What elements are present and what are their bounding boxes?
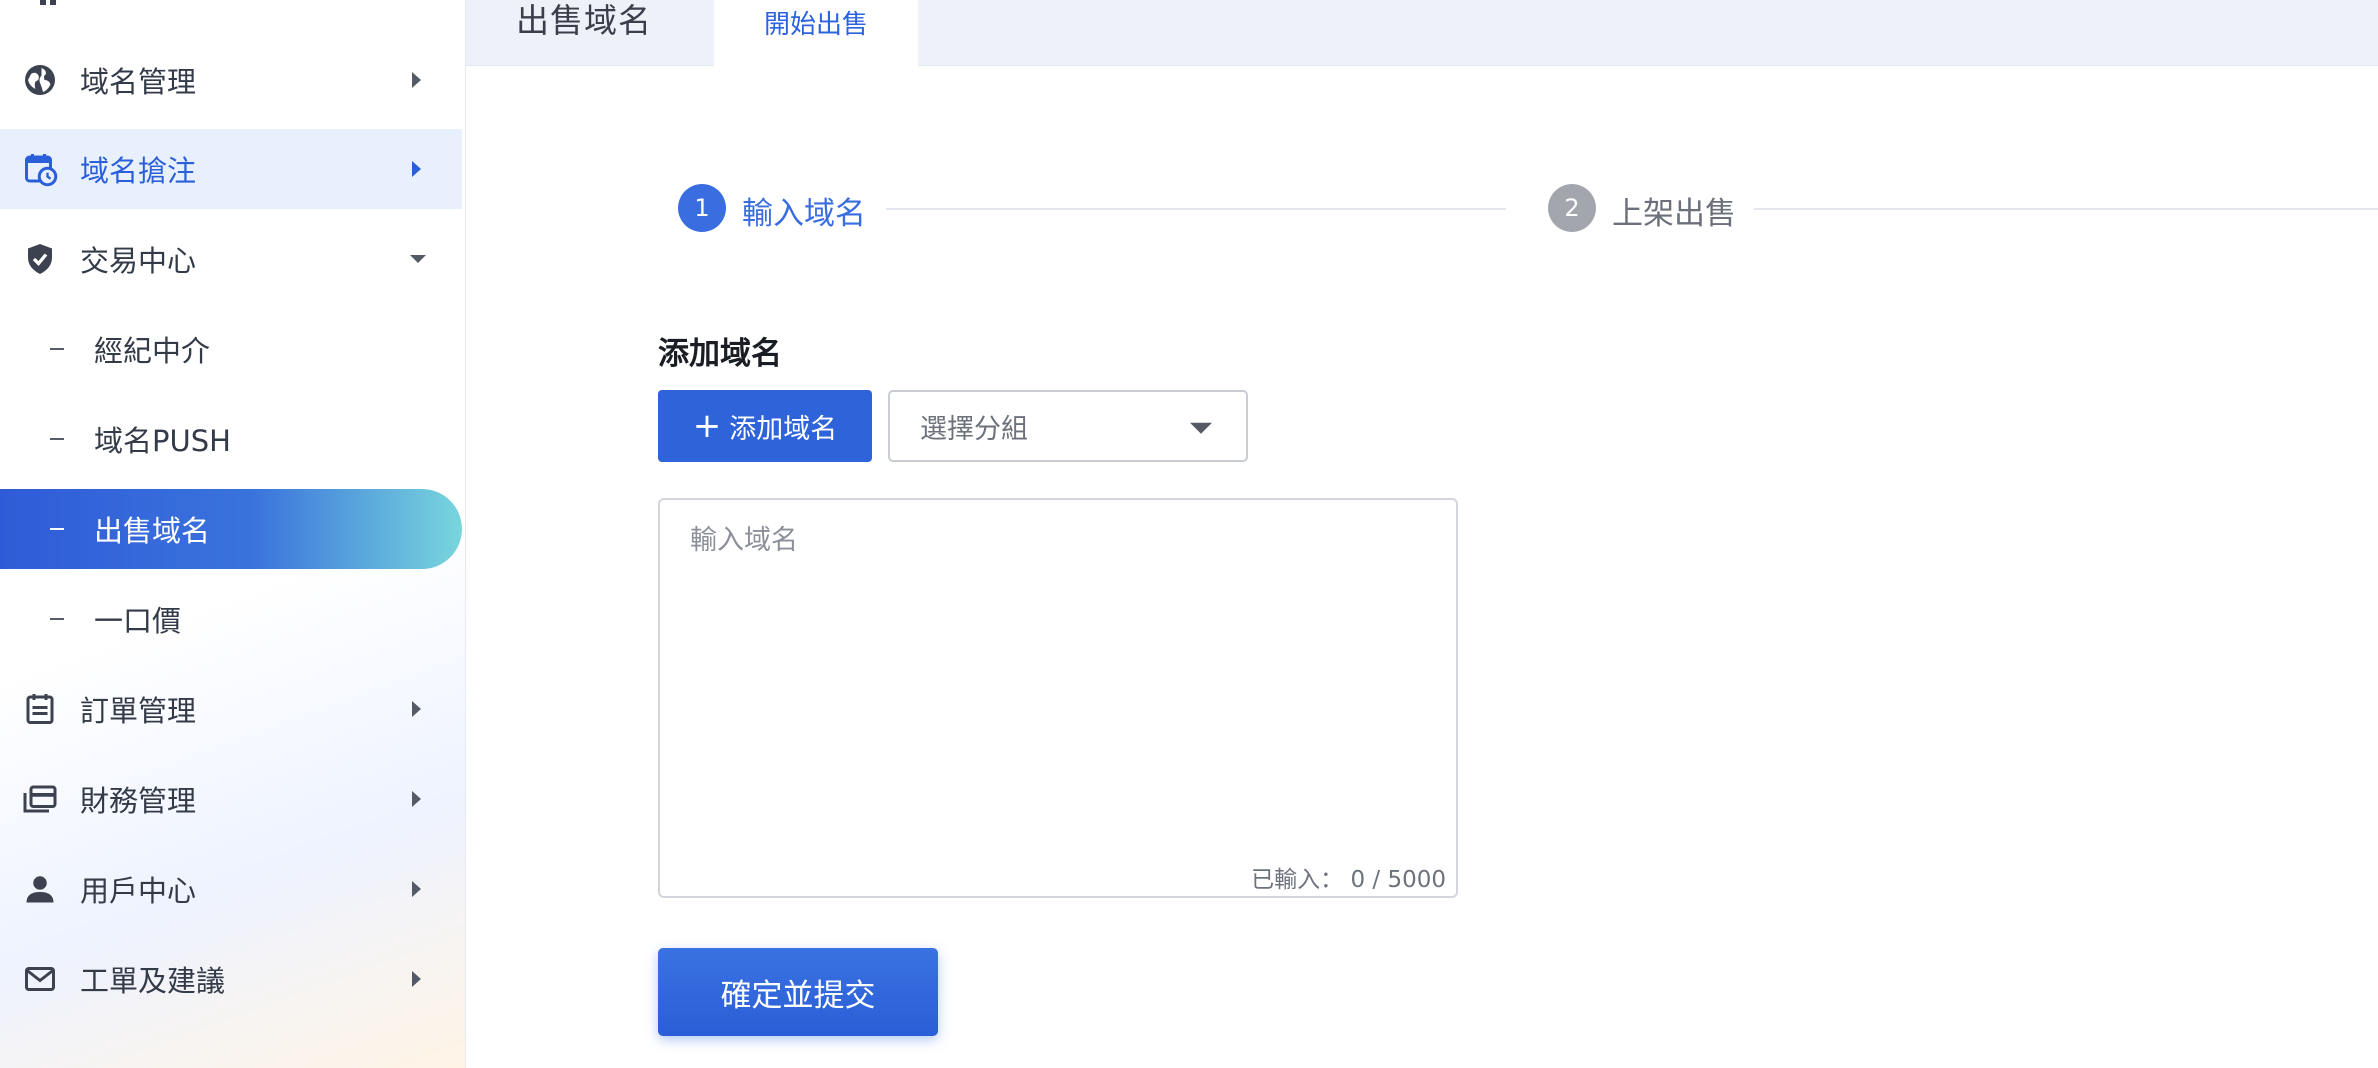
dash-icon <box>50 438 64 440</box>
sidebar-item-label: 用戶中心 <box>80 874 197 908</box>
chevron-right-icon <box>408 881 424 897</box>
steps-indicator: 1 輸入域名 2 上架出售 <box>678 184 2378 234</box>
sidebar-item-finance-management[interactable]: 財務管理 <box>0 759 462 839</box>
tab-bar: 出售域名 開始出售 <box>466 0 2378 66</box>
submit-button[interactable]: 確定並提交 <box>658 948 938 1036</box>
add-domain-button[interactable]: + 添加域名 <box>658 390 872 462</box>
sidebar-subitem-sell-domain[interactable]: 出售域名 <box>0 489 462 569</box>
step-2-number: 2 <box>1548 184 1596 232</box>
chevron-down-icon <box>410 251 426 267</box>
add-domain-section-title: 添加域名 <box>658 336 782 372</box>
sidebar-subitem-fixed-price[interactable]: 一口價 <box>0 579 462 659</box>
sidebar-subitem-broker[interactable]: 經紀中介 <box>0 309 462 389</box>
sidebar-item-label: 交易中心 <box>80 244 197 278</box>
chevron-right-icon <box>408 791 424 807</box>
chevron-right-icon <box>408 971 424 987</box>
step-1-label: 輸入域名 <box>742 196 866 232</box>
tab-start-selling[interactable]: 開始出售 <box>714 0 918 66</box>
add-domain-button-label: 添加域名 <box>729 413 838 445</box>
sidebar: 域名管理 域名搶注 交易中心 經紀中介 域名PUSH 出售域名 一口價 訂單管理… <box>0 0 466 1068</box>
wallet-icon <box>20 779 60 819</box>
globe-icon <box>20 60 60 100</box>
group-select-value: 選擇分組 <box>920 413 1028 445</box>
sidebar-subitem-label: 一口價 <box>94 604 182 638</box>
caret-down-icon <box>1190 422 1212 434</box>
domain-input-textarea[interactable]: 輸入域名 已輸入： 0 / 5000 <box>658 498 1458 898</box>
group-select[interactable]: 選擇分組 <box>888 390 1248 462</box>
step-connector <box>886 208 1506 210</box>
chevron-right-icon <box>408 161 424 177</box>
order-list-icon <box>20 689 60 729</box>
sidebar-item-domain-backorder[interactable]: 域名搶注 <box>0 129 462 209</box>
sidebar-item-label: 財務管理 <box>80 784 197 818</box>
sidebar-item-user-center[interactable]: 用戶中心 <box>0 849 462 929</box>
sidebar-item-trading-center[interactable]: 交易中心 <box>0 219 462 299</box>
page-title: 出售域名 <box>516 1 652 40</box>
sidebar-item-label: 域名管理 <box>80 65 197 99</box>
chevron-right-icon <box>408 701 424 717</box>
app-root: 域名管理 域名搶注 交易中心 經紀中介 域名PUSH 出售域名 一口價 訂單管理… <box>0 0 2378 1068</box>
dash-icon <box>50 528 64 530</box>
sidebar-subitem-label: 域名PUSH <box>94 424 231 458</box>
character-counter: 已輸入： 0 / 5000 <box>1251 867 1446 893</box>
mail-icon <box>20 959 60 999</box>
sidebar-subitem-domain-push[interactable]: 域名PUSH <box>0 399 462 479</box>
sidebar-item-label: 訂單管理 <box>80 694 197 728</box>
user-icon <box>20 869 60 909</box>
home-icon[interactable] <box>38 0 66 5</box>
step-1-number: 1 <box>678 184 726 232</box>
shield-check-icon <box>20 239 60 279</box>
step-connector <box>1754 208 2378 210</box>
sidebar-subitem-label: 經紀中介 <box>94 334 211 368</box>
sidebar-subitem-label: 出售域名 <box>94 514 211 548</box>
calendar-clock-icon <box>20 149 60 189</box>
sidebar-item-label: 工單及建議 <box>80 964 226 998</box>
sidebar-item-domain-management[interactable]: 域名管理 <box>0 40 462 120</box>
chevron-right-icon <box>408 72 424 88</box>
plus-icon: + <box>692 406 722 446</box>
sidebar-item-tickets-suggestions[interactable]: 工單及建議 <box>0 939 462 1019</box>
step-2-label: 上架出售 <box>1612 196 1736 232</box>
textarea-placeholder: 輸入域名 <box>690 525 798 556</box>
dash-icon <box>50 618 64 620</box>
sidebar-item-order-management[interactable]: 訂單管理 <box>0 669 462 749</box>
dash-icon <box>50 348 64 350</box>
sidebar-item-label: 域名搶注 <box>80 154 197 188</box>
